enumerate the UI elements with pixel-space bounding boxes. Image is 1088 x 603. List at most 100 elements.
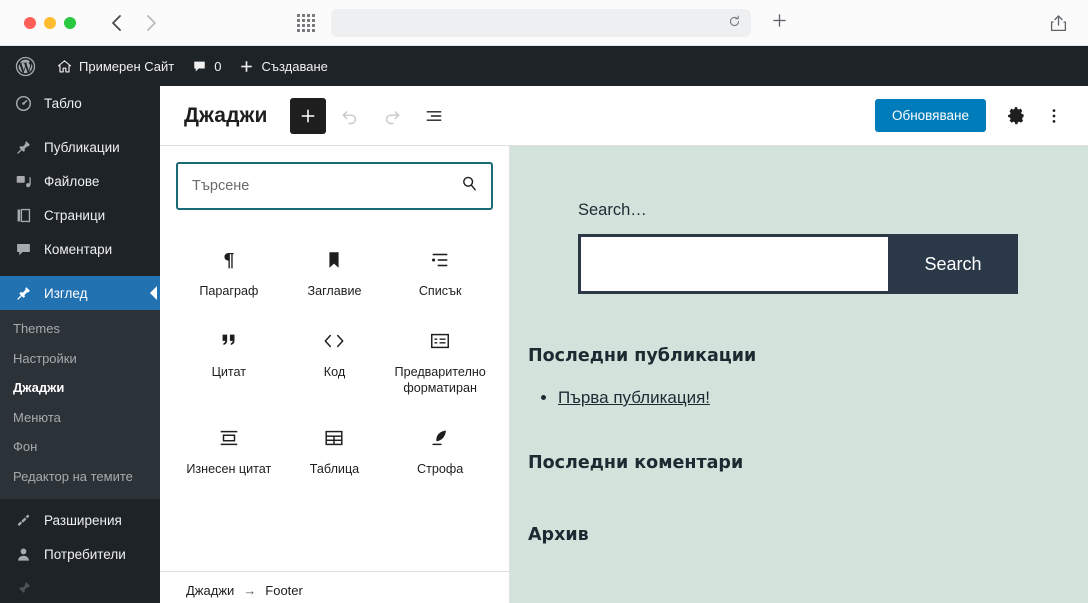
admin-sidebar: Табло Публикации Файлове Страници Комент…: [0, 86, 160, 603]
sidebar-divider: [0, 266, 160, 276]
sidebar-item-posts[interactable]: Публикации: [0, 130, 160, 164]
sidebar-item-label: Разширения: [44, 512, 122, 528]
block-item-quote[interactable]: Цитат: [176, 315, 282, 406]
search-input[interactable]: [192, 178, 460, 194]
user-icon: [13, 546, 33, 563]
block-label: Списък: [418, 284, 462, 298]
site-name-item[interactable]: Примерен Сайт: [48, 46, 183, 86]
recent-post-link[interactable]: Първа публикация!: [558, 388, 710, 407]
quote-icon: [218, 329, 240, 353]
sidebar-item-appearance[interactable]: Изглед: [0, 276, 160, 310]
submenu-item-background[interactable]: Фон: [0, 432, 160, 462]
back-button[interactable]: [106, 12, 128, 34]
preformatted-icon: [429, 329, 451, 353]
pages-icon: [13, 207, 33, 224]
chevron-left-icon: [146, 276, 160, 310]
block-item-list[interactable]: Списък: [387, 234, 493, 309]
pin-icon: [13, 139, 33, 156]
preview-search-input[interactable]: [578, 234, 888, 294]
block-item-pullquote[interactable]: Изнесен цитат: [176, 412, 282, 487]
preview-search-label: Search…: [578, 201, 647, 219]
list-view-button[interactable]: [416, 98, 452, 134]
plus-icon: [239, 59, 254, 74]
list-item: Първа публикация!: [558, 388, 1088, 408]
sidebar-item-users[interactable]: Потребители: [0, 537, 160, 571]
plugin-icon: [13, 512, 33, 529]
block-item-table[interactable]: Таблица: [282, 412, 388, 487]
sidebar-item-comments[interactable]: Коментари: [0, 232, 160, 266]
breadcrumb-root[interactable]: Джаджи: [186, 583, 234, 598]
submenu-label: Редактор на темите: [13, 468, 133, 484]
paragraph-icon: ¶: [218, 248, 240, 272]
block-label: Цитат: [211, 365, 247, 380]
submenu-item-customize[interactable]: Настройки: [0, 344, 160, 374]
sidebar-item-label: Потребители: [44, 546, 126, 562]
wordpress-logo-icon[interactable]: [8, 46, 48, 86]
block-item-paragraph[interactable]: ¶ Параграф: [176, 234, 282, 309]
undo-button[interactable]: [332, 98, 368, 134]
browser-nav-buttons: [106, 12, 162, 34]
pullquote-icon: [218, 426, 240, 450]
verse-feather-icon: [429, 426, 451, 450]
sidebar-item-plugins[interactable]: Разширения: [0, 503, 160, 537]
code-icon: [322, 329, 346, 353]
search-field-wrapper[interactable]: [176, 162, 493, 210]
recent-posts-list: Първа публикация!: [558, 388, 1088, 408]
add-block-button[interactable]: [289, 97, 326, 134]
page-title: Джаджи: [184, 103, 268, 127]
sidebar-item-label: Публикации: [44, 139, 120, 155]
share-icon[interactable]: [1049, 12, 1068, 38]
sidebar-item-media[interactable]: Файлове: [0, 164, 160, 198]
widget-preview-canvas[interactable]: Search… Search Последни публикации Първа…: [510, 146, 1088, 603]
new-content-item[interactable]: Създаване: [230, 46, 336, 86]
apps-grid-icon[interactable]: [297, 13, 315, 32]
block-item-heading[interactable]: Заглавие: [282, 234, 388, 309]
browser-chrome: [0, 0, 1088, 46]
wp-admin-bar: Примерен Сайт 0 Създаване: [0, 46, 1088, 86]
sidebar-item-dashboard[interactable]: Табло: [0, 86, 160, 120]
sidebar-divider: [0, 120, 160, 130]
preview-search-button[interactable]: Search: [888, 234, 1018, 294]
submenu-item-menus[interactable]: Менюта: [0, 403, 160, 433]
block-item-verse[interactable]: Строфа: [387, 412, 493, 487]
sidebar-item-label: Файлове: [44, 173, 100, 189]
recent-comments-heading: Последни коментари: [528, 453, 744, 473]
dashboard-icon: [13, 95, 33, 112]
reload-icon[interactable]: [728, 15, 741, 31]
gear-icon[interactable]: [998, 98, 1034, 134]
block-label: Таблица: [309, 462, 360, 477]
preview-search-block[interactable]: Search: [578, 234, 1018, 294]
new-tab-button[interactable]: [771, 12, 788, 33]
breadcrumb-current[interactable]: Footer: [265, 583, 303, 598]
home-icon: [57, 59, 72, 74]
sidebar-item-pages[interactable]: Страници: [0, 198, 160, 232]
tools-icon: [13, 580, 33, 597]
maximize-window-button[interactable]: [64, 16, 76, 29]
list-icon: [429, 248, 451, 272]
submenu-item-theme-editor[interactable]: Редактор на темите: [0, 462, 160, 492]
update-button[interactable]: Обновяване: [874, 99, 986, 132]
submenu-label: Themes: [13, 321, 60, 336]
submenu-item-widgets[interactable]: Джаджи: [0, 373, 160, 403]
media-icon: [13, 173, 33, 190]
redo-button[interactable]: [374, 98, 410, 134]
widgets-editor: Джаджи Обновяване Търсене ¶ Параграф Заг…: [160, 86, 1088, 603]
close-window-button[interactable]: [24, 16, 36, 29]
block-item-preformatted[interactable]: Предварително форматиран: [387, 315, 493, 406]
submenu-label: Фон: [13, 439, 38, 455]
forward-button[interactable]: [140, 12, 162, 34]
submenu-item-themes[interactable]: Themes: [0, 314, 160, 344]
table-icon: [323, 426, 345, 450]
comments-item[interactable]: 0: [183, 46, 230, 86]
more-vertical-icon[interactable]: [1036, 98, 1072, 134]
block-item-code[interactable]: Код: [282, 315, 388, 406]
sidebar-item-label: Изглед: [44, 285, 88, 301]
address-bar[interactable]: [331, 8, 751, 37]
sidebar-item-partial[interactable]: [0, 571, 160, 603]
recent-posts-heading: Последни публикации: [528, 346, 757, 366]
sidebar-item-label: Коментари: [44, 241, 113, 257]
submenu-label: Джаджи: [13, 380, 65, 396]
block-label: Предварително форматиран: [394, 365, 486, 395]
minimize-window-button[interactable]: [44, 16, 56, 29]
submenu-label: Менюта: [13, 409, 61, 425]
